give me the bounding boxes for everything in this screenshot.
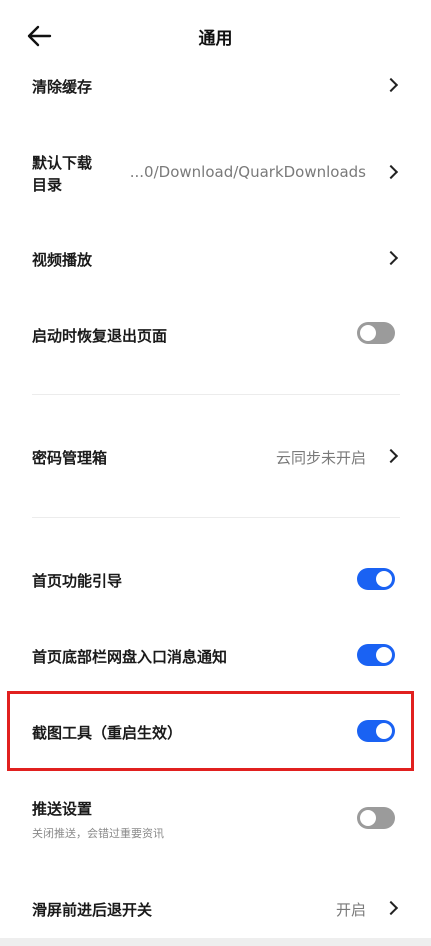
setting-row-push-settings: 推送设置 关闭推送，会错过重要资讯 xyxy=(0,795,431,845)
homepage-guide-toggle[interactable] xyxy=(357,568,395,590)
setting-row-restore-pages: 启动时恢复退出页面 xyxy=(0,318,431,352)
setting-label: 启动时恢复退出页面 xyxy=(32,327,168,345)
chevron-right-icon xyxy=(383,77,399,93)
chevron-right-icon xyxy=(383,448,399,464)
toggle-knob xyxy=(376,571,392,587)
setting-label: 视频播放 xyxy=(32,251,93,269)
setting-sublabel: 关闭推送，会错过重要资讯 xyxy=(32,827,164,840)
divider xyxy=(32,394,400,395)
push-settings-toggle[interactable] xyxy=(357,807,395,829)
setting-label: 密码管理箱 xyxy=(32,449,108,467)
page-title: 通用 xyxy=(198,29,233,49)
toggle-knob xyxy=(360,810,376,826)
setting-label: 滑屏前进后退开关 xyxy=(32,901,153,919)
setting-label: 首页功能引导 xyxy=(32,572,123,590)
setting-label-line2: 目录 xyxy=(32,176,63,194)
setting-row-video-playback[interactable]: 视频播放 xyxy=(0,242,431,276)
setting-row-clear-cache[interactable]: 清除缓存 xyxy=(0,68,431,102)
setting-row-homepage-guide: 首页功能引导 xyxy=(0,563,431,597)
restore-pages-toggle[interactable] xyxy=(357,322,395,344)
setting-label: 首页底部栏网盘入口消息通知 xyxy=(32,648,228,666)
toggle-knob xyxy=(376,647,392,663)
setting-row-download-dir[interactable]: 默认下载 目录 ...0/Download/QuarkDownloads xyxy=(0,148,431,196)
toggle-knob xyxy=(360,325,376,341)
setting-label: 清除缓存 xyxy=(32,78,93,96)
setting-label: 推送设置 xyxy=(32,800,93,818)
cloud-sync-status: 云同步未开启 xyxy=(275,449,366,467)
setting-row-swipe-nav[interactable]: 滑屏前进后退开关 开启 xyxy=(0,892,431,926)
chevron-right-icon xyxy=(383,250,399,266)
chevron-right-icon xyxy=(383,900,399,916)
header: 通用 xyxy=(0,0,431,70)
swipe-nav-value: 开启 xyxy=(335,901,366,919)
setting-label-line1: 默认下载 xyxy=(32,154,93,172)
download-path-value: ...0/Download/QuarkDownloads xyxy=(129,163,366,181)
setting-row-bottom-bar-notify: 首页底部栏网盘入口消息通知 xyxy=(0,639,431,673)
bottom-strip xyxy=(0,938,431,946)
divider xyxy=(32,517,400,518)
highlight-box xyxy=(7,691,414,771)
setting-row-password-manager[interactable]: 密码管理箱 云同步未开启 xyxy=(0,440,431,474)
chevron-right-icon xyxy=(383,164,399,180)
bottom-bar-notify-toggle[interactable] xyxy=(357,644,395,666)
